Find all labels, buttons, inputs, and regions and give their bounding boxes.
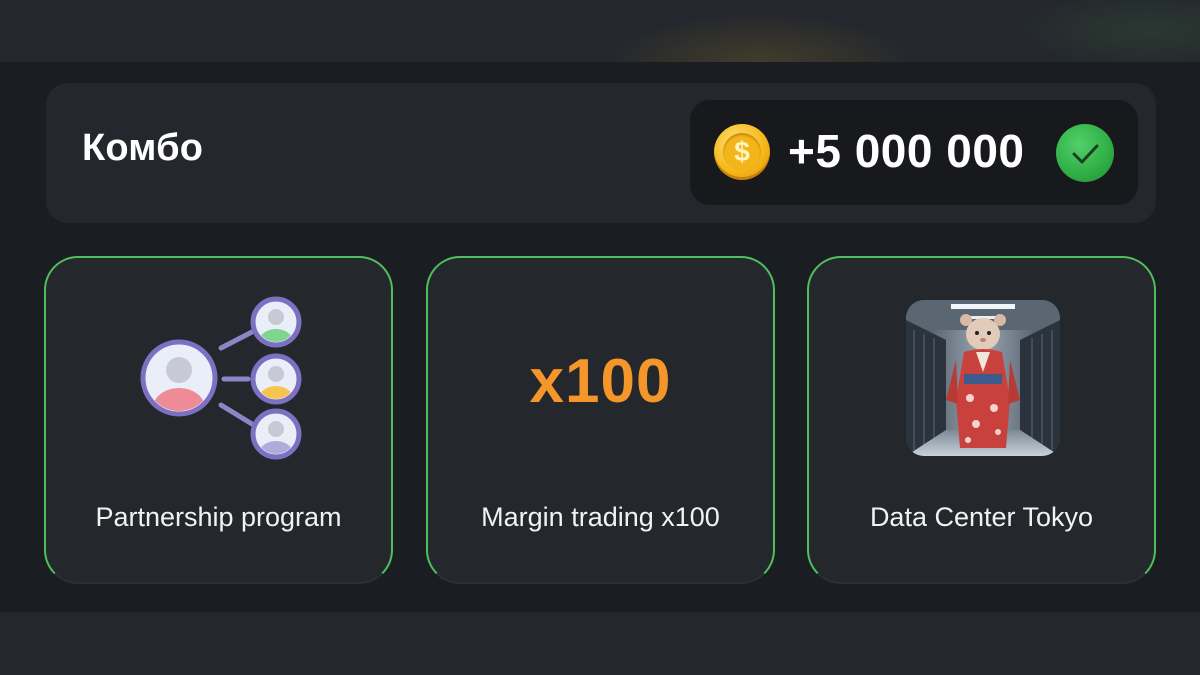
combo-card-margin-trading[interactable]: x100 Margin trading x100 (426, 256, 775, 584)
combo-title: Комбо (82, 127, 204, 169)
card-label: Margin trading x100 (481, 502, 720, 532)
bottom-strip (0, 612, 1200, 675)
x100-badge: x100 (529, 347, 672, 416)
check-icon (1056, 124, 1114, 182)
combo-card-partnership[interactable]: Partnership program (44, 256, 393, 584)
reward-amount: +5 000 000 (788, 125, 1025, 177)
partnership-network-icon (140, 296, 302, 460)
combo-card-data-center[interactable]: Data Center Tokyo (807, 256, 1156, 584)
dollar-coin-icon: $ (714, 124, 770, 180)
top-strip (0, 0, 1200, 62)
hamster-kimono-image (906, 300, 1060, 456)
card-label: Partnership program (95, 502, 342, 532)
card-label: Data Center Tokyo (869, 502, 1094, 532)
